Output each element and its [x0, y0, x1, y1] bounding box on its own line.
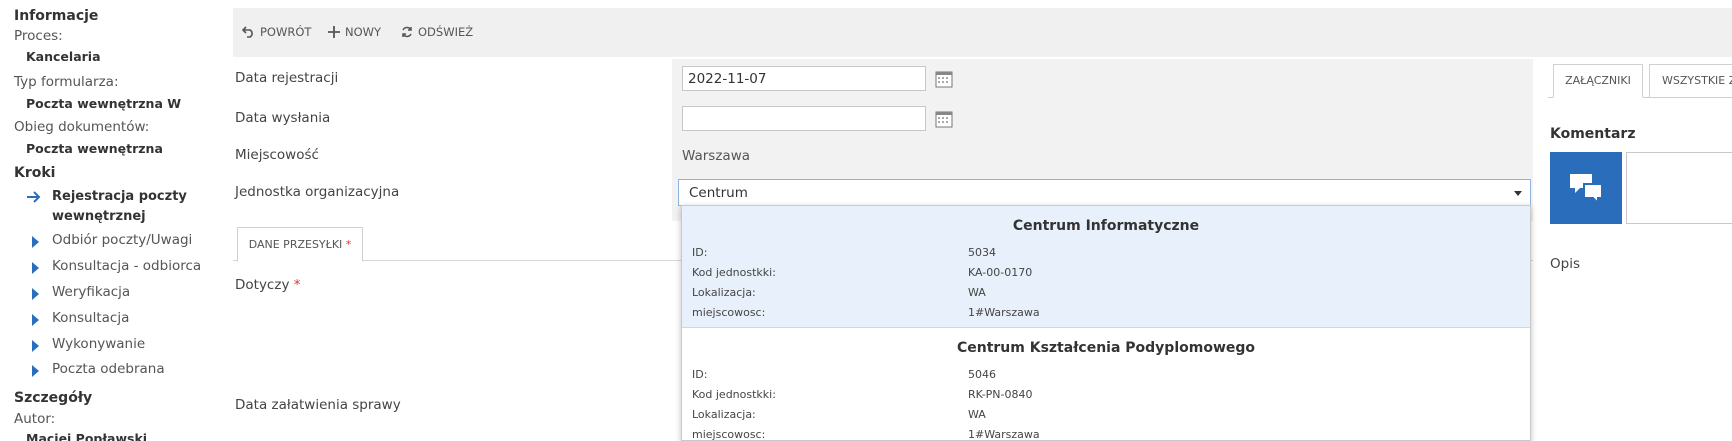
dropdown-option[interactable]: Centrum Kształcenia Podyplomowego ID: 50…: [682, 328, 1530, 441]
arrow-right-icon: [26, 189, 42, 205]
option-code: RK-PN-0840: [968, 388, 1033, 401]
send-date-label: Data wysłania: [235, 110, 331, 126]
org-unit-value: Centrum: [689, 185, 748, 201]
required-mark: *: [293, 277, 301, 293]
org-unit-label: Jednostka organizacyjna: [235, 184, 400, 200]
org-unit-combobox[interactable]: Centrum: [678, 179, 1531, 206]
tab-label: DANE PRZESYŁKI: [248, 238, 343, 251]
calendar-icon[interactable]: [935, 110, 953, 128]
concerns-label: Dotyczy *: [235, 277, 300, 293]
step-label: Rejestracja poczty wewnętrznej: [52, 189, 187, 224]
add-comment-button[interactable]: [1550, 152, 1622, 224]
option-city: 1#Warszawa: [968, 306, 1040, 319]
triangle-right-icon: [26, 286, 42, 302]
option-title: Centrum Kształcenia Podyplomowego: [956, 340, 1256, 356]
comment-input[interactable]: [1626, 152, 1732, 224]
info-heading: Informacje: [14, 8, 99, 24]
triangle-right-icon: [26, 260, 42, 276]
step-konsultacja-odbiorca[interactable]: Konsultacja - odbiorca: [26, 258, 215, 278]
author-value: Maciej Popławski: [26, 431, 148, 441]
city-label: Miejscowość: [235, 147, 319, 163]
option-key-city: miejscowosc:: [692, 306, 766, 319]
caret-down-icon[interactable]: [1514, 191, 1522, 196]
step-label: Poczta odebrana: [52, 361, 165, 377]
refresh-icon: [401, 26, 413, 38]
option-key-id: ID:: [692, 246, 708, 259]
option-key-city: miejscowosc:: [692, 428, 766, 441]
chat-bubbles-icon: [1550, 174, 1622, 228]
author-label: Autor:: [14, 411, 56, 427]
option-location: WA: [968, 408, 986, 421]
registration-date-input[interactable]: [682, 66, 926, 91]
step-weryfikacja[interactable]: Weryfikacja: [26, 284, 215, 304]
process-value: Kancelaria: [26, 49, 101, 64]
sidebar: Informacje Proces: Kancelaria Typ formul…: [0, 0, 215, 441]
registration-date-label: Data rejestracji: [235, 70, 339, 86]
form-type-label: Typ formularza:: [14, 74, 119, 90]
doc-flow-value: Poczta wewnętrzna: [26, 141, 163, 156]
tab-dane-przesylki[interactable]: DANE PRZESYŁKI *: [237, 227, 363, 262]
step-odbior[interactable]: Odbiór poczty/Uwagi: [26, 232, 215, 252]
description-label: Opis: [1550, 256, 1580, 272]
org-unit-dropdown: Centrum Informatyczne ID: 5034 Kod jedno…: [681, 205, 1531, 441]
option-id: 5046: [968, 368, 996, 381]
triangle-right-icon: [26, 338, 42, 354]
process-label: Proces:: [14, 28, 63, 44]
option-id: 5034: [968, 246, 996, 259]
send-date-input[interactable]: [682, 106, 926, 131]
triangle-right-icon: [26, 363, 42, 379]
step-wykonywanie[interactable]: Wykonywanie: [26, 336, 215, 356]
city-value: Warszawa: [682, 148, 751, 164]
details-heading: Szczegóły: [14, 390, 93, 406]
plus-icon: [328, 26, 340, 38]
option-key-code: Kod jednostkki:: [692, 388, 776, 401]
option-key-code: Kod jednostkki:: [692, 266, 776, 279]
resolution-date-label: Data załatwienia sprawy: [235, 397, 401, 413]
refresh-button[interactable]: ODŚWIEŻ: [401, 25, 473, 39]
back-label: POWRÓT: [260, 25, 312, 39]
option-location: WA: [968, 286, 986, 299]
undo-icon: [242, 26, 255, 38]
new-label: NOWY: [345, 25, 382, 39]
step-label: Wykonywanie: [52, 336, 146, 352]
step-konsultacja[interactable]: Konsultacja: [26, 310, 215, 330]
comment-heading: Komentarz: [1550, 126, 1636, 142]
dropdown-option[interactable]: Centrum Informatyczne ID: 5034 Kod jedno…: [682, 206, 1530, 328]
step-poczta-odebrana[interactable]: Poczta odebrana: [26, 361, 215, 381]
step-label: Konsultacja: [52, 310, 130, 326]
option-title: Centrum Informatyczne: [1012, 218, 1200, 234]
step-rejestracja[interactable]: Rejestracja poczty wewnętrznej: [26, 187, 215, 227]
doc-flow-label: Obieg dokumentów:: [14, 119, 150, 135]
form-type-value: Poczta wewnętrzna W: [26, 96, 182, 111]
triangle-right-icon: [26, 234, 42, 250]
concerns-label-text: Dotyczy: [235, 277, 290, 293]
tab-attachments[interactable]: ZAŁĄCZNIKI: [1553, 64, 1643, 98]
new-button[interactable]: NOWY: [328, 25, 381, 39]
option-code: KA-00-0170: [968, 266, 1033, 279]
triangle-right-icon: [26, 312, 42, 328]
option-key-location: Lokalizacja:: [692, 408, 756, 421]
option-key-location: Lokalizacja:: [692, 286, 756, 299]
toolbar: POWRÓT NOWY ODŚWIEŻ: [233, 8, 1732, 57]
back-button[interactable]: POWRÓT: [242, 25, 311, 39]
option-key-id: ID:: [692, 368, 708, 381]
step-label: Weryfikacja: [52, 284, 131, 300]
step-label: Odbiór poczty/Uwagi: [52, 232, 193, 248]
option-city: 1#Warszawa: [968, 428, 1040, 441]
tab-all-attachments[interactable]: WSZYSTKIE ZAŁĄCZNIKI: [1649, 64, 1732, 98]
calendar-icon[interactable]: [935, 70, 953, 88]
required-mark: *: [345, 238, 352, 251]
refresh-label: ODŚWIEŻ: [418, 25, 474, 39]
steps-heading: Kroki: [14, 165, 56, 181]
step-label: Konsultacja - odbiorca: [52, 258, 202, 274]
